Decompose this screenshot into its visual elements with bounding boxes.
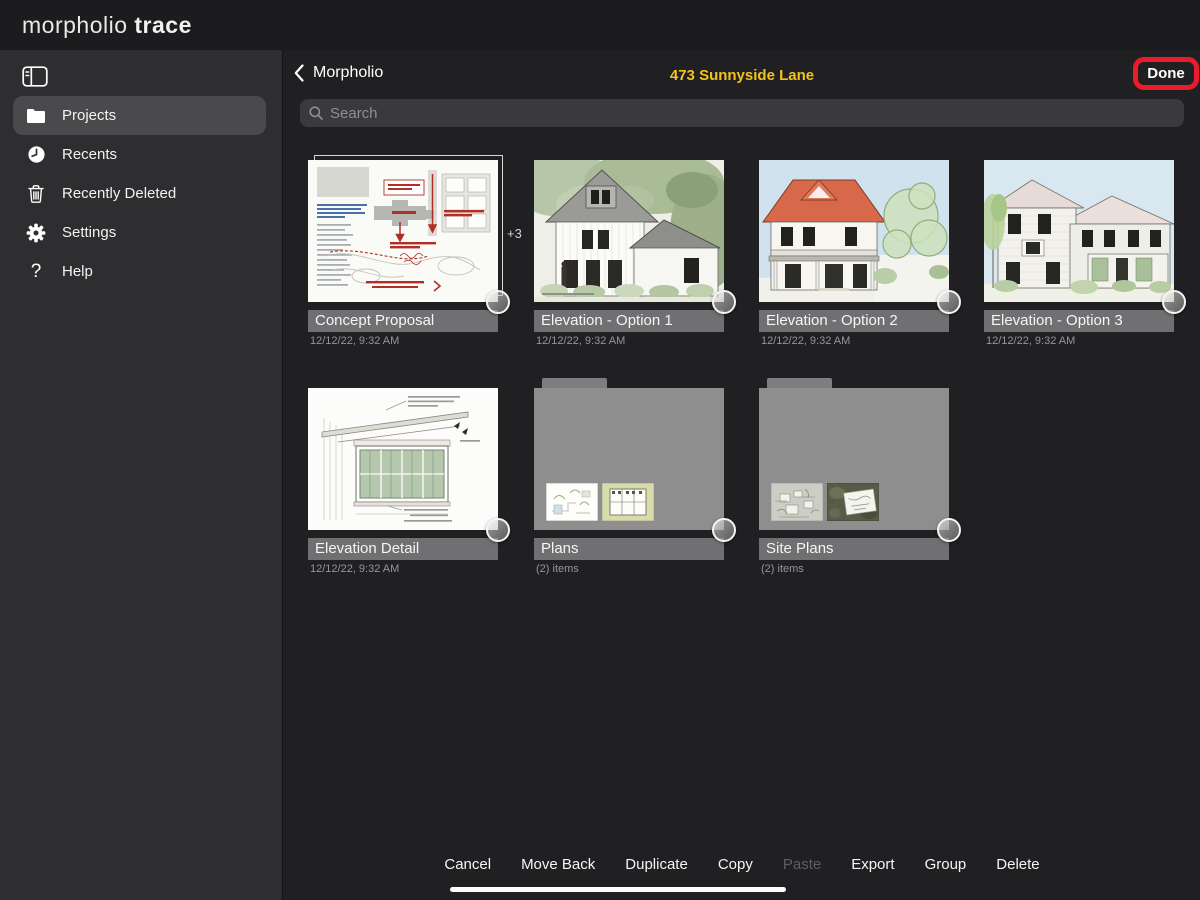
project-card-elevation-option-1[interactable]: Elevation - Option 1 12/12/22, 9:32 AM xyxy=(534,160,724,302)
concept-proposal-thumbnail xyxy=(308,160,498,302)
site-plans-mini-map xyxy=(771,483,823,521)
panel-toggle-icon xyxy=(22,66,48,87)
project-name: Elevation - Option 2 xyxy=(759,310,949,332)
project-card-elevation-option-3[interactable]: Elevation - Option 3 12/12/22, 9:32 AM xyxy=(984,160,1174,302)
toolbar-export-button[interactable]: Export xyxy=(851,856,894,873)
app-screen: morpholio trace Projects xyxy=(0,0,1200,900)
plans-mini-site-sketch xyxy=(546,483,598,521)
project-meta: 12/12/22, 9:32 AM xyxy=(761,335,850,347)
elevation-option-1-thumbnail xyxy=(534,160,724,302)
project-card-plans-folder[interactable]: Plans (2) items xyxy=(534,388,724,530)
sidebar-item-recents[interactable]: Recents xyxy=(13,135,266,174)
home-indicator[interactable] xyxy=(450,887,786,892)
sidebar-item-label: Recently Deleted xyxy=(62,185,176,202)
plans-mini-floor-plan xyxy=(602,483,654,521)
logo-trace: trace xyxy=(134,12,191,38)
project-card-elevation-detail[interactable]: Elevation Detail 12/12/22, 9:32 AM xyxy=(308,388,498,530)
selection-circle[interactable] xyxy=(1162,290,1186,314)
project-name: Site Plans xyxy=(759,538,949,560)
toolbar-copy-button[interactable]: Copy xyxy=(718,856,753,873)
project-meta: 12/12/22, 9:32 AM xyxy=(310,335,399,347)
sidebar-item-label: Recents xyxy=(62,146,117,163)
elevation-option-2-art xyxy=(759,160,949,302)
sidebar-item-settings[interactable]: Settings xyxy=(13,213,266,252)
elevation-option-3-thumbnail xyxy=(984,160,1174,302)
sidebar-item-recently-deleted[interactable]: Recently Deleted xyxy=(13,174,266,213)
project-meta: 12/12/22, 9:32 AM xyxy=(536,335,625,347)
project-card-concept-proposal[interactable]: +3 Concept Proposal 12/12/22, 9:32 AM xyxy=(308,160,498,302)
selection-circle[interactable] xyxy=(486,290,510,314)
project-meta: (2) items xyxy=(536,563,579,575)
project-meta: (2) items xyxy=(761,563,804,575)
sidebar-item-projects[interactable]: Projects xyxy=(13,96,266,135)
page-title: 473 Sunnyside Lane xyxy=(284,67,1200,84)
search-icon xyxy=(308,105,324,121)
search-bar xyxy=(300,99,1184,127)
elevation-option-2-thumbnail xyxy=(759,160,949,302)
project-name: Plans xyxy=(534,538,724,560)
site-plans-folder-thumbnail xyxy=(759,388,949,530)
project-name: Elevation Detail xyxy=(308,538,498,560)
selection-circle[interactable] xyxy=(712,518,736,542)
toolbar-paste-button: Paste xyxy=(783,856,821,873)
concept-proposal-art xyxy=(308,160,498,302)
trash-icon xyxy=(24,184,48,204)
project-meta: 12/12/22, 9:32 AM xyxy=(986,335,1075,347)
app-logo: morpholio trace xyxy=(22,12,192,39)
elevation-option-3-art xyxy=(984,160,1174,302)
done-button[interactable]: Done xyxy=(1147,65,1185,82)
annotation-highlight: Done xyxy=(1133,57,1199,90)
sidebar-toggle-button[interactable] xyxy=(22,66,48,87)
folder-tab xyxy=(767,378,832,388)
content-area: Morpholio 473 Sunnyside Lane Done xyxy=(284,50,1200,900)
toolbar-cancel-button[interactable]: Cancel xyxy=(444,856,491,873)
sidebar-nav: Projects Recents Recently Deleted Settin… xyxy=(0,96,282,291)
sidebar-item-help[interactable]: ? Help xyxy=(13,252,266,291)
sidebar-item-label: Settings xyxy=(62,224,116,241)
toolbar-move-back-button[interactable]: Move Back xyxy=(521,856,595,873)
toolbar-delete-button[interactable]: Delete xyxy=(996,856,1039,873)
elevation-detail-thumbnail xyxy=(308,388,498,530)
toolbar-group-button[interactable]: Group xyxy=(925,856,967,873)
toolbar-duplicate-button[interactable]: Duplicate xyxy=(625,856,688,873)
top-bar: morpholio trace xyxy=(0,0,1200,50)
search-input[interactable] xyxy=(330,105,1176,122)
project-name: Concept Proposal xyxy=(308,310,498,332)
logo-morpholio: morpholio xyxy=(22,12,128,38)
folder-icon xyxy=(24,106,48,126)
clock-icon xyxy=(24,145,48,165)
sidebar-item-label: Projects xyxy=(62,107,116,124)
project-card-site-plans-folder[interactable]: Site Plans (2) items xyxy=(759,388,949,530)
selection-circle[interactable] xyxy=(712,290,736,314)
gear-icon xyxy=(24,223,48,243)
elevation-option-1-art xyxy=(534,160,724,302)
plans-folder-thumbnail xyxy=(534,388,724,530)
folder-tab xyxy=(542,378,607,388)
sidebar-item-label: Help xyxy=(62,263,93,280)
project-card-elevation-option-2[interactable]: Elevation - Option 2 12/12/22, 9:32 AM xyxy=(759,160,949,302)
project-meta: 12/12/22, 9:32 AM xyxy=(310,563,399,575)
sidebar: Projects Recents Recently Deleted Settin… xyxy=(0,50,283,900)
selection-circle[interactable] xyxy=(486,518,510,542)
question-icon: ? xyxy=(24,262,48,282)
selection-circle[interactable] xyxy=(937,518,961,542)
site-plans-mini-aerial xyxy=(827,483,879,521)
project-name: Elevation - Option 3 xyxy=(984,310,1174,332)
project-name: Elevation - Option 1 xyxy=(534,310,724,332)
stack-count-badge: +3 xyxy=(507,226,522,241)
selection-circle[interactable] xyxy=(937,290,961,314)
elevation-detail-art xyxy=(308,388,498,530)
bottom-toolbar: Cancel Move Back Duplicate Copy Paste Ex… xyxy=(284,856,1200,873)
